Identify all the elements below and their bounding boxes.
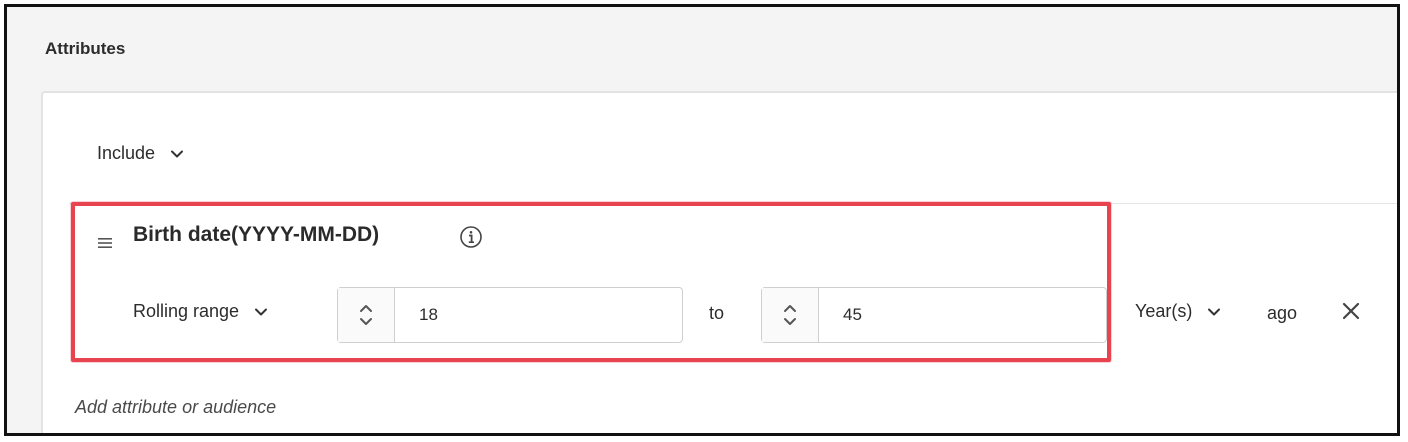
close-icon[interactable] xyxy=(1341,301,1361,321)
attribute-rule: Birth date(YYYY-MM-DD) Rolling range 18 … xyxy=(69,203,1397,358)
to-value-input[interactable]: 45 xyxy=(819,288,1106,342)
ago-label: ago xyxy=(1267,303,1298,323)
attributes-card: Include Birth date(YYYY-MM-DD) Rolling r… xyxy=(41,91,1397,433)
range-type-label: Rolling range xyxy=(133,301,240,321)
chevron-down-icon xyxy=(171,150,184,157)
info-icon[interactable] xyxy=(459,225,483,249)
unit-dropdown[interactable]: Year(s) xyxy=(1135,301,1222,322)
range-type-dropdown[interactable]: Rolling range xyxy=(133,301,269,322)
screenshot-frame: Attributes Include Birth date(YYYY-MM-DD… xyxy=(4,4,1400,436)
chevron-down-icon xyxy=(1208,308,1221,315)
from-value-input[interactable]: 18 xyxy=(395,288,682,342)
to-value-stepper[interactable]: 45 xyxy=(761,287,1107,343)
from-value-stepper[interactable]: 18 xyxy=(337,287,683,343)
unit-label: Year(s) xyxy=(1135,301,1193,321)
attribute-name: Birth date(YYYY-MM-DD) xyxy=(133,223,380,246)
section-title: Attributes xyxy=(45,39,126,58)
up-down-arrows-icon xyxy=(360,305,372,325)
from-stepper-arrows[interactable] xyxy=(338,288,395,342)
chevron-down-icon xyxy=(255,308,268,315)
include-dropdown[interactable]: Include xyxy=(97,143,185,164)
to-stepper-arrows[interactable] xyxy=(762,288,819,342)
up-down-arrows-icon xyxy=(784,305,796,325)
include-label: Include xyxy=(97,143,156,163)
drag-handle-icon[interactable] xyxy=(97,235,113,251)
add-attribute-link[interactable]: Add attribute or audience xyxy=(75,397,276,418)
to-label: to xyxy=(709,303,725,323)
